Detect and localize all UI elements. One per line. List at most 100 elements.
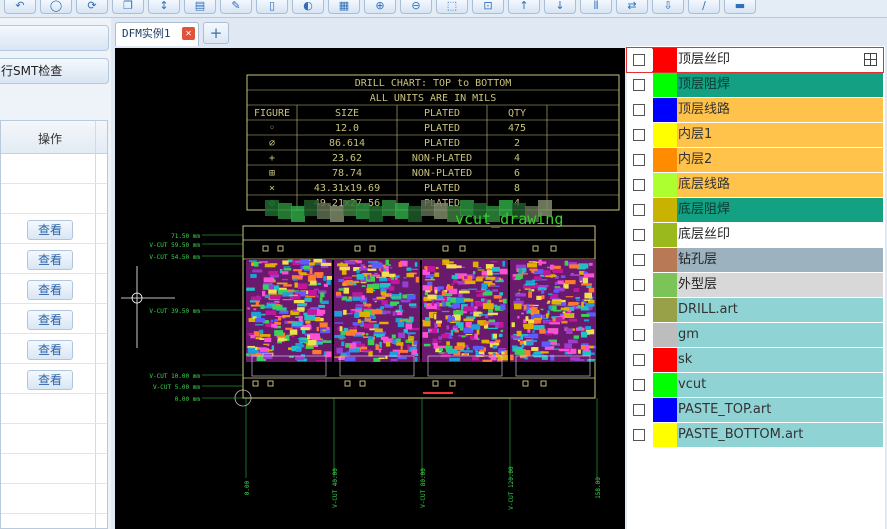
grid-icon[interactable]: ▦ (328, 0, 360, 14)
link-icon[interactable]: ∕ (688, 0, 720, 14)
edit-icon[interactable]: ✎ (220, 0, 252, 14)
layer-row[interactable]: 内层2 (627, 148, 883, 172)
pcb-component (402, 318, 409, 322)
layer-color-swatch[interactable] (653, 348, 677, 372)
layer-row[interactable]: 底层线路 (627, 173, 883, 197)
layer-row[interactable]: 底层丝印 (627, 223, 883, 247)
select-icon[interactable]: ⬚ (436, 0, 468, 14)
layer-color-swatch[interactable] (653, 273, 677, 297)
pcb-component (255, 300, 259, 306)
layer-row[interactable]: 顶层丝印 (626, 47, 884, 73)
view-button[interactable]: 查看 (27, 310, 73, 330)
up-arrow-icon[interactable]: ↑ (508, 0, 540, 14)
pcb-component (502, 298, 507, 304)
columns-icon[interactable]: ⫴ (580, 0, 612, 14)
zoom-out-icon[interactable]: ⊖ (400, 0, 432, 14)
layer-checkbox[interactable] (633, 379, 645, 391)
circle-icon[interactable]: ◯ (40, 0, 72, 14)
layer-checkbox[interactable] (633, 154, 645, 166)
smt-check-button[interactable]: 行SMT检查 (0, 58, 109, 84)
layer-checkbox[interactable] (633, 279, 645, 291)
layer-row[interactable]: 底层阻焊 (627, 198, 883, 222)
flip-icon[interactable]: ⇄ (616, 0, 648, 14)
document-icon[interactable]: ▯ (256, 0, 288, 14)
layer-row[interactable]: vcut (627, 373, 883, 397)
undo-icon[interactable]: ↶ (4, 0, 36, 14)
vcut-bottom-label: V-CUT 120.00 (508, 466, 515, 510)
layer-color-swatch[interactable] (653, 148, 677, 172)
layer-checkbox[interactable] (633, 229, 645, 241)
layer-color-swatch[interactable] (653, 98, 677, 122)
left-button-1[interactable] (0, 25, 109, 51)
view-button[interactable]: 查看 (27, 220, 73, 240)
layer-checkbox[interactable] (633, 204, 645, 216)
layer-row[interactable]: 钻孔层 (627, 248, 883, 272)
layer-checkbox[interactable] (633, 429, 645, 441)
layer-row[interactable]: PASTE_BOTTOM.art (627, 423, 883, 447)
layer-color-swatch[interactable] (653, 223, 677, 247)
pcb-component (446, 325, 450, 330)
layer-color-swatch[interactable] (653, 298, 677, 322)
pcb-component (487, 312, 498, 316)
pcb-component (390, 358, 398, 362)
copy-icon[interactable]: ❐ (112, 0, 144, 14)
layer-row[interactable]: sk (627, 348, 883, 372)
layer-checkbox[interactable] (633, 54, 645, 66)
pointer-icon[interactable]: ↕ (148, 0, 180, 14)
export-icon[interactable]: ⇩ (652, 0, 684, 14)
zoom-in-icon[interactable]: ⊕ (364, 0, 396, 14)
pcb-component (472, 271, 476, 275)
tab-dfm-instance[interactable]: DFM实例1 ✕ (115, 22, 199, 46)
layer-checkbox[interactable] (633, 179, 645, 191)
layer-row[interactable]: 内层1 (627, 123, 883, 147)
layer-checkbox[interactable] (633, 79, 645, 91)
layer-row[interactable]: 外型层 (627, 273, 883, 297)
layer-checkbox-cell (627, 73, 652, 97)
layer-row[interactable]: 顶层线路 (627, 98, 883, 122)
view-button[interactable]: 查看 (27, 340, 73, 360)
view-button[interactable]: 查看 (27, 250, 73, 270)
layer-row[interactable]: gm (627, 323, 883, 347)
down-arrow-icon[interactable]: ↓ (544, 0, 576, 14)
view-button[interactable]: 查看 (27, 280, 73, 300)
grid-icon[interactable] (864, 53, 877, 66)
pcb-component (343, 276, 352, 280)
measure-icon[interactable]: ⊡ (472, 0, 504, 14)
layer-checkbox[interactable] (633, 304, 645, 316)
layer-checkbox[interactable] (633, 129, 645, 141)
add-tab-button[interactable]: + (203, 22, 229, 44)
pcb-component (454, 314, 461, 318)
layer-checkbox[interactable] (633, 354, 645, 366)
layer-color-swatch[interactable] (653, 48, 677, 72)
refresh-icon[interactable]: ⟳ (76, 0, 108, 14)
pcb-canvas[interactable]: DRILL CHART: TOP to BOTTOM ALL UNITS ARE … (115, 48, 625, 529)
layer-row[interactable]: 顶层阻焊 (627, 73, 883, 97)
drill-chart-cell: 4 (514, 153, 520, 164)
layer-color-swatch[interactable] (653, 198, 677, 222)
layer-color-swatch[interactable] (653, 323, 677, 347)
view-button[interactable]: 查看 (27, 370, 73, 390)
layer-row[interactable]: DRILL.art (627, 298, 883, 322)
layer-checkbox[interactable] (633, 104, 645, 116)
layer-color-swatch[interactable] (653, 248, 677, 272)
layer-checkbox[interactable] (633, 254, 645, 266)
layer-checkbox[interactable] (633, 404, 645, 416)
pcb-component (334, 310, 343, 317)
pcb-component (474, 333, 478, 339)
layers-icon[interactable]: ◐ (292, 0, 324, 14)
layer-color-swatch[interactable] (653, 73, 677, 97)
layer-checkbox[interactable] (633, 329, 645, 341)
layer-color-swatch[interactable] (653, 423, 677, 447)
layer-color-swatch[interactable] (653, 123, 677, 147)
pcb-component (250, 304, 261, 307)
layer-name: 钻孔层 (677, 248, 883, 272)
layer-color-swatch[interactable] (653, 373, 677, 397)
layer-color-swatch[interactable] (653, 173, 677, 197)
panel-icon[interactable]: ▬ (724, 0, 756, 14)
layer-row[interactable]: PASTE_TOP.art (627, 398, 883, 422)
pcb-component (517, 315, 520, 319)
close-icon[interactable]: ✕ (182, 27, 195, 40)
layer-color-swatch[interactable] (653, 398, 677, 422)
print-icon[interactable]: ▤ (184, 0, 216, 14)
pcb-drawing[interactable]: DRILL CHART: TOP to BOTTOM ALL UNITS ARE … (115, 48, 625, 529)
